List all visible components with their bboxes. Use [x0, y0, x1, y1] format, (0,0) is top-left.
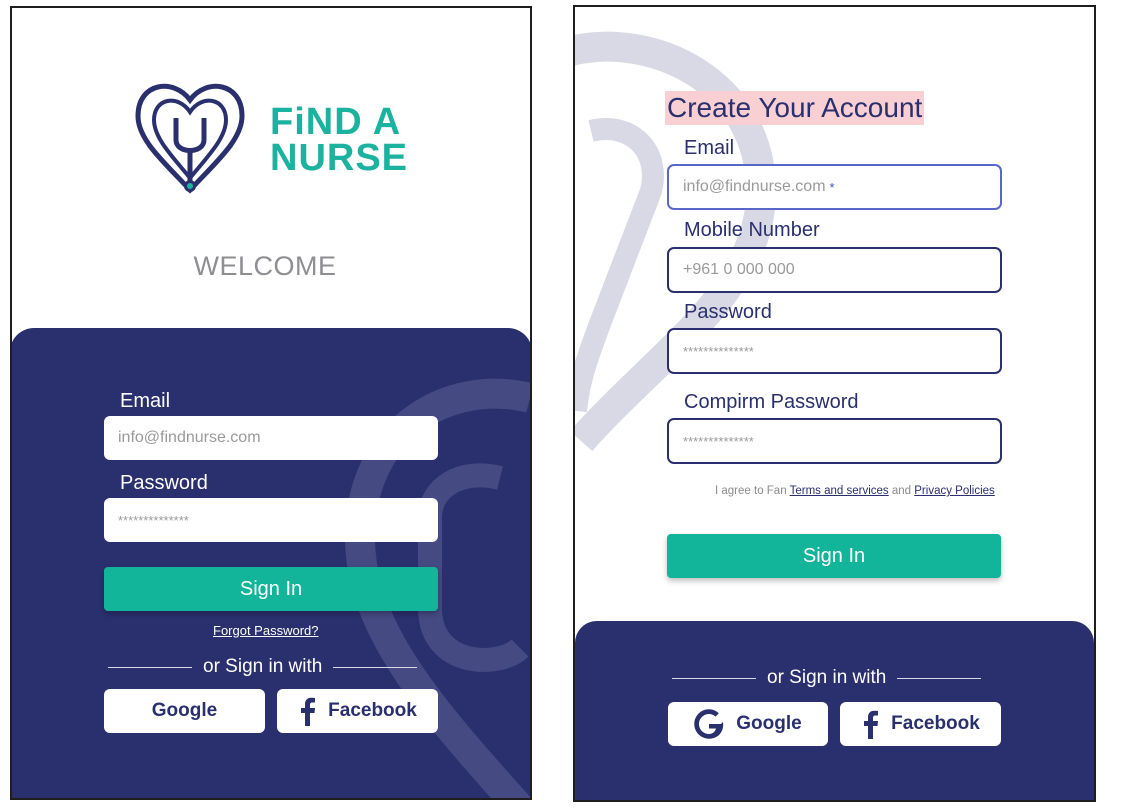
signup-social-panel: or Sign in with Google Facebook: [575, 621, 1094, 800]
signup-sign-in-button[interactable]: Sign In: [667, 534, 1001, 578]
privacy-link[interactable]: Privacy Policies: [914, 485, 995, 497]
terms-link[interactable]: Terms and services: [790, 485, 889, 497]
google-button-label: Google: [151, 700, 218, 721]
signup-password-label: Password: [684, 301, 772, 323]
facebook-button[interactable]: Facebook: [277, 689, 438, 733]
brand-name: FiND A NURSE: [270, 101, 409, 179]
sign-in-button[interactable]: Sign In: [104, 567, 438, 611]
password-input[interactable]: **************: [104, 498, 438, 542]
email-label: Email: [120, 390, 171, 412]
google-button-label: Google: [736, 713, 802, 734]
welcome-heading: WELCOME: [193, 251, 337, 281]
or-sign-in-label: or Sign in with: [767, 667, 887, 688]
facebook-icon: [864, 710, 879, 739]
brand-line-2: NURSE: [270, 137, 409, 179]
signup-email-input[interactable]: info@findnurse.com *: [667, 164, 1002, 210]
agree-and: and: [891, 485, 912, 497]
google-button[interactable]: Google: [668, 702, 828, 746]
confirm-password-label: Compirm Password: [684, 391, 859, 413]
forgot-password-link[interactable]: Forgot Password?: [213, 623, 319, 638]
confirm-password-input[interactable]: **************: [667, 418, 1002, 464]
agree-prefix: I agree to Fan: [715, 485, 787, 497]
facebook-icon: [301, 697, 316, 726]
facebook-button-label: Facebook: [891, 713, 980, 734]
password-label: Password: [120, 472, 208, 494]
divider-line-left: [672, 677, 756, 679]
mobile-number-input[interactable]: +961 0 000 000: [667, 247, 1002, 293]
login-panel: Email info@findnurse.com Password ******…: [12, 328, 530, 798]
required-mark: *: [829, 179, 835, 195]
divider-line-left: [108, 666, 192, 668]
brand-line-1: FiND A: [270, 101, 402, 143]
facebook-button-label: Facebook: [328, 700, 417, 721]
signup-screen: Create Your Account Email info@findnurse…: [573, 5, 1096, 802]
terms-agreement: I agree to Fan Terms and services and Pr…: [715, 485, 995, 497]
divider-line-right: [333, 666, 418, 668]
or-sign-in-label: or Sign in with: [203, 656, 323, 677]
login-screen: FiND A NURSE WELCOME Email info@findnurs…: [10, 6, 532, 800]
or-sign-in-with-divider: or Sign in with: [672, 667, 996, 689]
email-input[interactable]: info@findnurse.com: [104, 416, 438, 460]
create-account-title: Create Your Account: [665, 91, 925, 125]
signup-email-placeholder: info@findnurse.com: [683, 178, 826, 195]
mobile-number-label: Mobile Number: [684, 219, 820, 241]
divider-line-right: [897, 677, 982, 679]
google-button[interactable]: Google: [104, 689, 265, 733]
google-icon: [694, 709, 724, 739]
stethoscope-heart-logo-icon: [135, 83, 245, 194]
or-sign-in-with-divider: or Sign in with: [108, 656, 432, 678]
signup-email-label: Email: [684, 137, 735, 159]
signup-password-input[interactable]: **************: [667, 328, 1002, 374]
facebook-button[interactable]: Facebook: [840, 702, 1001, 746]
